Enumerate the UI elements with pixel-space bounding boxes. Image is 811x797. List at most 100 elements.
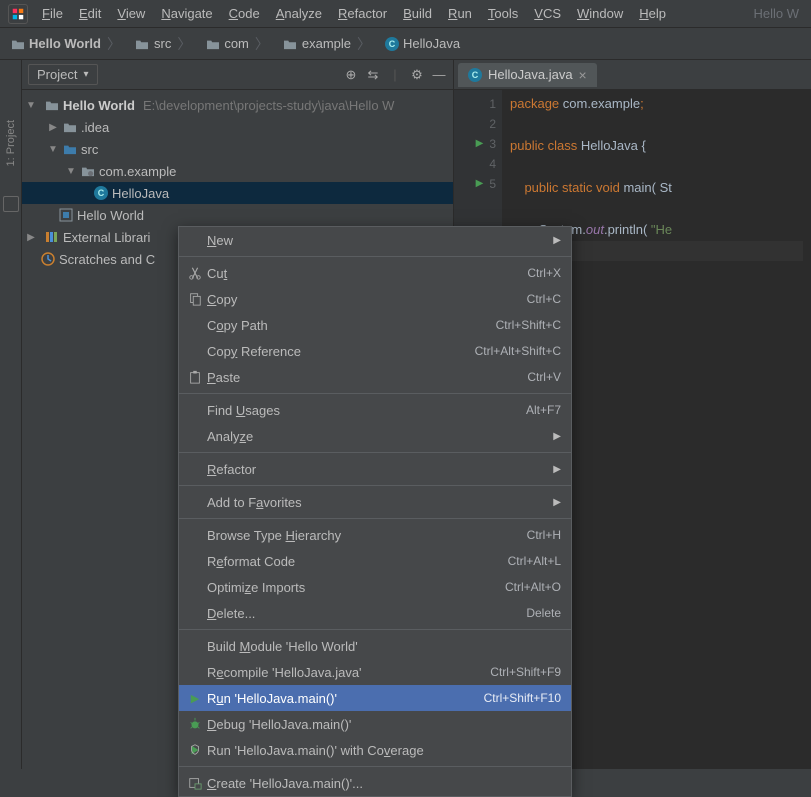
- divider: |: [387, 67, 403, 83]
- tool-window-tab-structure-icon[interactable]: [3, 196, 19, 212]
- menu-run[interactable]: Run: [440, 2, 480, 25]
- context-menu-item[interactable]: Create 'HelloJava.main()'...: [179, 770, 571, 796]
- context-menu-item[interactable]: Reformat CodeCtrl+Alt+L: [179, 548, 571, 574]
- menu-file[interactable]: File: [34, 2, 71, 25]
- tree-row-iml[interactable]: Hello World: [22, 204, 453, 226]
- folder-icon: [283, 37, 298, 51]
- menu-window[interactable]: Window: [569, 2, 631, 25]
- chevron-right-icon: 〉: [357, 34, 371, 54]
- context-menu-item[interactable]: Copy ReferenceCtrl+Alt+Shift+C: [179, 338, 571, 364]
- context-menu-item[interactable]: Copy PathCtrl+Shift+C: [179, 312, 571, 338]
- java-class-icon: C: [385, 37, 399, 51]
- menu-code[interactable]: Code: [221, 2, 268, 25]
- breadcrumb-src[interactable]: src 〉: [131, 31, 197, 57]
- tree-label: com.example: [99, 164, 176, 179]
- context-menu-item[interactable]: New▶: [179, 227, 571, 253]
- menu-item-shortcut: Ctrl+Shift+F10: [484, 691, 561, 705]
- submenu-arrow-icon: ▶: [553, 235, 561, 246]
- menu-item-label: Create 'HelloJava.main()'...: [205, 776, 561, 791]
- menu-navigate[interactable]: Navigate: [153, 2, 220, 25]
- expand-arrow-icon[interactable]: ▼: [48, 144, 58, 155]
- collapse-all-icon[interactable]: ⇆: [365, 67, 381, 83]
- menu-item-label: Add to Favorites: [205, 495, 553, 510]
- tree-row-idea[interactable]: ▶ .idea: [22, 116, 453, 138]
- breadcrumb-com[interactable]: com 〉: [201, 31, 275, 57]
- gear-icon[interactable]: ⚙: [409, 67, 425, 83]
- context-menu-item[interactable]: Optimize ImportsCtrl+Alt+O: [179, 574, 571, 600]
- menu-tools[interactable]: Tools: [480, 2, 526, 25]
- java-class-icon: C: [468, 68, 482, 82]
- menu-vcs[interactable]: VCS: [526, 2, 569, 25]
- cut-icon: [185, 266, 205, 280]
- tree-row-package[interactable]: ▼ com.example: [22, 160, 453, 182]
- menu-item-shortcut: Ctrl+Alt+O: [505, 580, 561, 594]
- context-menu-item[interactable]: Refactor▶: [179, 456, 571, 482]
- tree-row-src[interactable]: ▼ src: [22, 138, 453, 160]
- menu-refactor[interactable]: Refactor: [330, 2, 395, 25]
- menu-item-label: Delete...: [205, 606, 526, 621]
- menu-item-label: Browse Type Hierarchy: [205, 528, 527, 543]
- context-menu-item[interactable]: Run 'HelloJava.main()' with Coverage: [179, 737, 571, 763]
- expand-arrow-icon[interactable]: ▼: [26, 100, 36, 111]
- menu-edit[interactable]: Edit: [71, 2, 109, 25]
- tree-row-project-root[interactable]: ▼ Hello World E:\development\projects-st…: [22, 94, 453, 116]
- expand-arrow-icon[interactable]: ▶: [26, 232, 36, 243]
- context-menu[interactable]: New▶ CutCtrl+XCopyCtrl+CCopy PathCtrl+Shi…: [178, 226, 572, 797]
- context-menu-item[interactable]: Delete...Delete: [179, 600, 571, 626]
- context-menu-item[interactable]: ▶Run 'HelloJava.main()'Ctrl+Shift+F10: [179, 685, 571, 711]
- run-gutter-icon[interactable]: ▶: [476, 134, 484, 154]
- menu-item-label: Recompile 'HelloJava.java': [205, 665, 490, 680]
- breadcrumb-file[interactable]: C HelloJava: [381, 33, 464, 54]
- menu-analyze[interactable]: Analyze: [268, 2, 330, 25]
- context-menu-item[interactable]: Analyze▶: [179, 423, 571, 449]
- tree-label: Hello World: [63, 98, 135, 113]
- context-menu-item[interactable]: Build Module 'Hello World': [179, 633, 571, 659]
- locate-icon[interactable]: ⊕: [343, 67, 359, 83]
- folder-icon: [205, 37, 220, 51]
- folder-icon: [10, 37, 25, 51]
- code-text: .println(: [604, 222, 651, 237]
- tree-row-file[interactable]: C HelloJava: [22, 182, 453, 204]
- menu-view[interactable]: View: [109, 2, 153, 25]
- context-menu-item[interactable]: Debug 'HelloJava.main()': [179, 711, 571, 737]
- menu-item-label: Refactor: [205, 462, 553, 477]
- menu-item-label: Copy Reference: [205, 344, 475, 359]
- create-icon: [185, 776, 205, 790]
- submenu-arrow-icon: ▶: [553, 431, 561, 442]
- menu-separator: [179, 766, 571, 767]
- menu-item-label: Run 'HelloJava.main()' with Coverage: [205, 743, 561, 758]
- menu-item-label: Debug 'HelloJava.main()': [205, 717, 561, 732]
- expand-arrow-icon[interactable]: ▶: [48, 122, 58, 133]
- expand-arrow-icon[interactable]: ▼: [66, 166, 76, 177]
- editor-tab[interactable]: C HelloJava.java ×: [458, 63, 597, 87]
- context-menu-item[interactable]: CutCtrl+X: [179, 260, 571, 286]
- run-icon: ▶: [185, 692, 205, 705]
- menu-item-label: Reformat Code: [205, 554, 508, 569]
- tool-window-tab-project[interactable]: 1: Project: [5, 120, 17, 166]
- submenu-arrow-icon: ▶: [553, 464, 561, 475]
- close-icon[interactable]: ×: [579, 67, 587, 83]
- source-folder-icon: [62, 142, 77, 156]
- menu-separator: [179, 629, 571, 630]
- code-text: com.example: [563, 96, 640, 111]
- folder-icon: [44, 98, 59, 112]
- context-menu-item[interactable]: PasteCtrl+V: [179, 364, 571, 390]
- context-menu-item[interactable]: Browse Type HierarchyCtrl+H: [179, 522, 571, 548]
- menu-help[interactable]: Help: [631, 2, 674, 25]
- context-menu-item[interactable]: CopyCtrl+C: [179, 286, 571, 312]
- breadcrumb-root[interactable]: Hello World 〉: [6, 31, 127, 57]
- code-string: "He: [651, 222, 672, 237]
- scratches-icon: [40, 252, 55, 266]
- breadcrumb-example[interactable]: example 〉: [279, 31, 377, 57]
- coverage-icon: [185, 743, 205, 757]
- menu-build[interactable]: Build: [395, 2, 440, 25]
- window-title: Hello W: [745, 2, 807, 25]
- project-view-selector[interactable]: Project ▾: [28, 64, 98, 85]
- context-menu-item[interactable]: Recompile 'HelloJava.java'Ctrl+Shift+F9: [179, 659, 571, 685]
- context-menu-item[interactable]: Add to Favorites▶: [179, 489, 571, 515]
- code-text: ( St: [652, 180, 672, 195]
- hide-icon[interactable]: —: [431, 67, 447, 83]
- line-number: 5: [489, 174, 496, 194]
- run-gutter-icon[interactable]: ▶: [476, 174, 484, 194]
- context-menu-item[interactable]: Find UsagesAlt+F7: [179, 397, 571, 423]
